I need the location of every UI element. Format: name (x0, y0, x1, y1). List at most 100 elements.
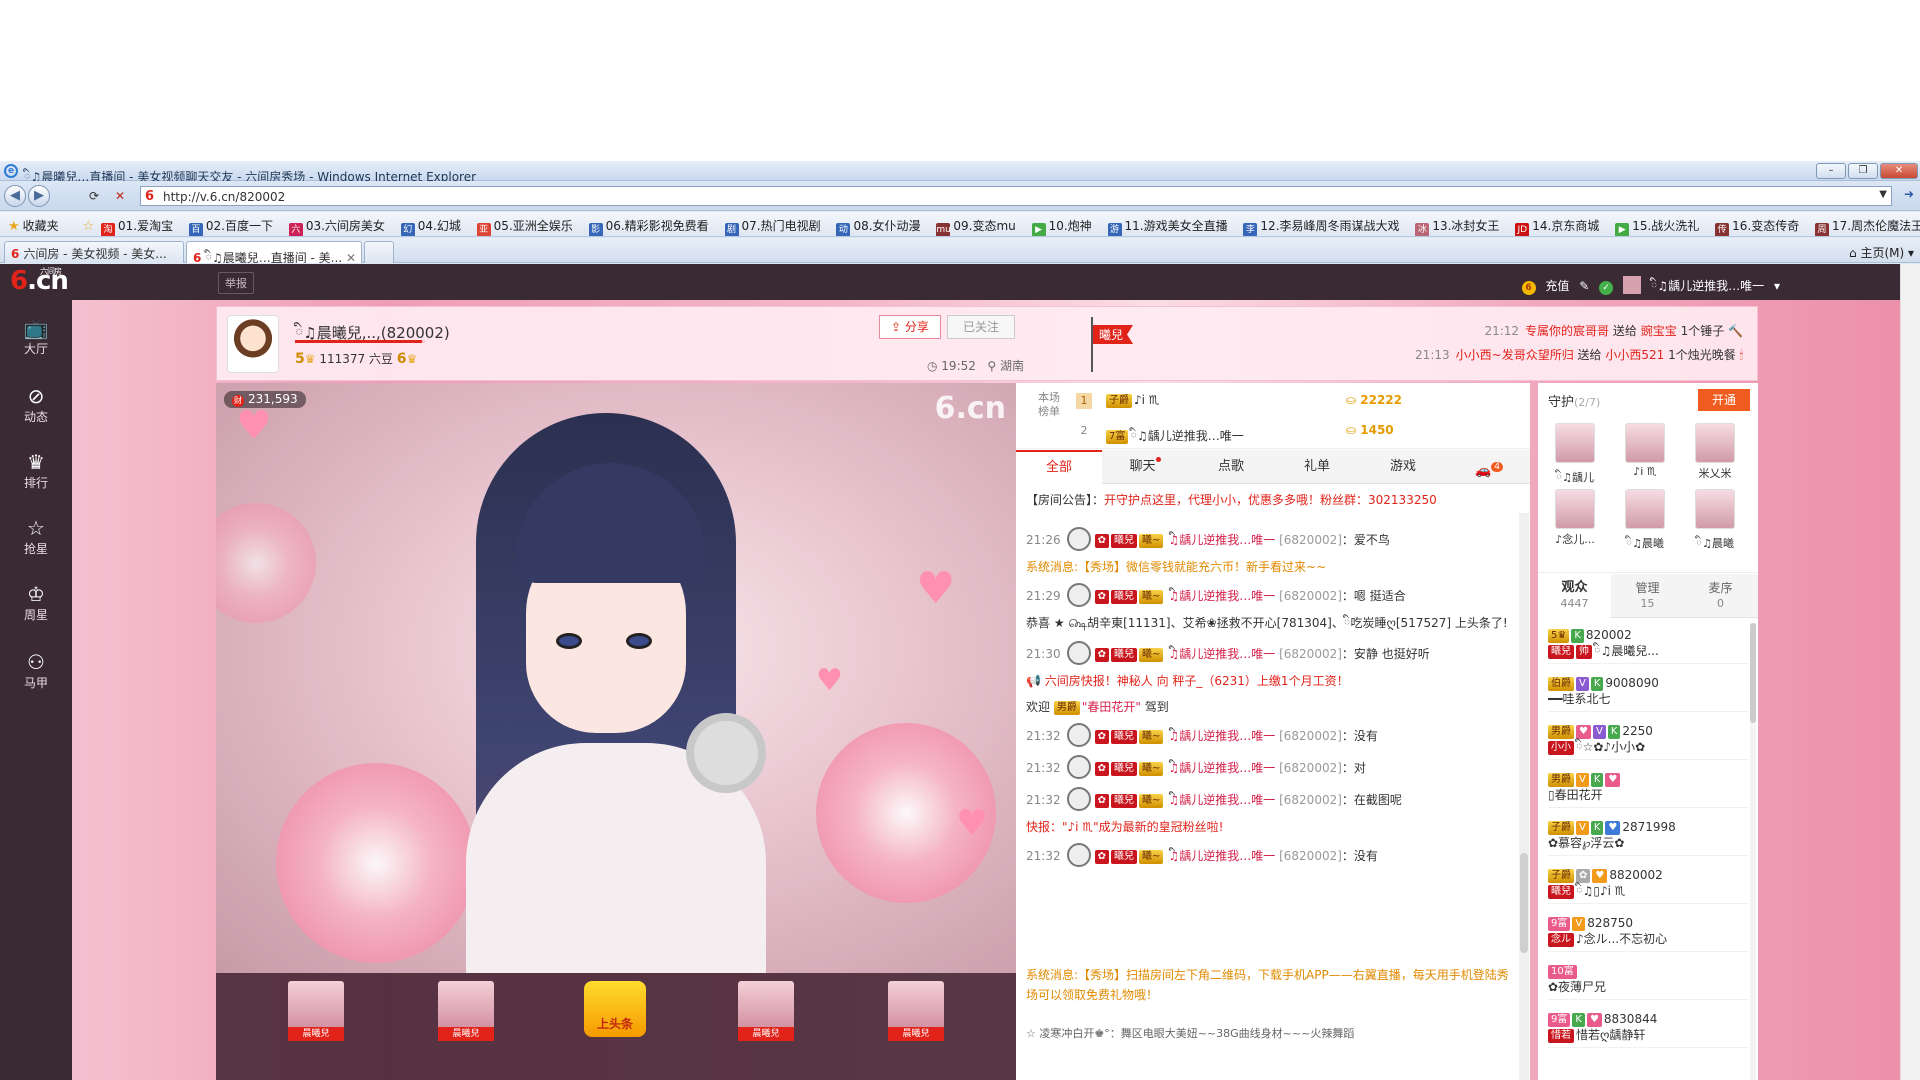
favorite-link[interactable]: ▶ 15.战火洗礼 (1615, 217, 1699, 236)
ranking-label[interactable]: 本场榜单 (1034, 391, 1064, 419)
tab-song[interactable]: 点歌 (1188, 450, 1274, 484)
restore-button[interactable]: ❐ (1848, 163, 1878, 179)
tab-all[interactable]: 全部 (1016, 450, 1102, 484)
fan-thumbnail[interactable]: 晨曦兒 (438, 981, 494, 1041)
report-button[interactable]: 举报 (218, 272, 254, 294)
favorite-link[interactable]: 亚 05.亚洲全娱乐 (476, 217, 573, 236)
guard-member[interactable]: ི♫龋儿 (1550, 423, 1600, 496)
ranking-row[interactable]: 2 7富ི♫龋儿逆推我…唯一 ⛀ 1450 (1076, 419, 1516, 445)
fan-thumbnail[interactable]: 晨曦兒 (738, 981, 794, 1041)
forward-button[interactable]: ▶ (28, 185, 50, 207)
audience-item[interactable]: 男爵 V K ♥ ▯春田花开 (1548, 771, 1748, 808)
guard-title: 守护(2/7) (1548, 395, 1601, 410)
favorite-link[interactable]: 百 02.百度一下 (188, 217, 273, 236)
audience-item[interactable]: 9富 K ♥ 8830844 惜若 惜若ღ龋静轩 (1548, 1011, 1748, 1048)
chat-message: 21:30 ✿ 曦兒 曦~ ི♫龋儿逆推我…唯一 [6820002]：安静 也挺好听 (1026, 641, 1516, 665)
nav-item-hall[interactable]: 📺 大厅 (0, 316, 72, 357)
chat-username[interactable]: ི♫龋儿逆推我…唯一 (1169, 793, 1276, 807)
audience-item[interactable]: 子爵 V K ♥ 2871998 ✿慕容℘浮云✿ (1548, 819, 1748, 856)
chevron-down-icon[interactable]: ▼ (1879, 189, 1887, 200)
favorites-button[interactable]: 收藏夹 (23, 217, 59, 234)
favorite-link[interactable]: 游 11.游戏美女全直播 (1107, 217, 1228, 236)
guard-member[interactable]: ♪i ♏ (1620, 423, 1670, 478)
bottom-thumbnail-strip: 晨曦兒 晨曦兒 上头条 晨曦兒 晨曦兒 (216, 973, 1016, 1080)
favorite-link[interactable]: ▶ 10.炮神 (1031, 217, 1092, 236)
guard-member[interactable]: ི♫晨曦 (1690, 489, 1740, 562)
refresh-icon[interactable]: ⟳ (84, 187, 104, 205)
favorite-link[interactable]: mu 09.变态mu (936, 217, 1016, 236)
go-arrow-icon[interactable]: ➜ (1904, 187, 1914, 201)
tab-chat[interactable]: 聊天 (1102, 450, 1188, 484)
audience-item[interactable]: 子爵 ✿ ♥ 8820002 曦兒ི♫▯♪i ♏ (1548, 867, 1748, 904)
user-name[interactable]: ི♫龋儿逆推我…唯一 (1651, 279, 1764, 293)
chat-username[interactable]: ི♫龋儿逆推我…唯一 (1169, 589, 1276, 603)
favorite-link[interactable]: 幻 04.幻城 (400, 217, 461, 236)
back-button[interactable]: ◀ (4, 185, 26, 207)
tab-mic-queue[interactable]: 麦序 0 (1684, 574, 1757, 618)
fan-thumbnail[interactable]: 晨曦兒 (288, 981, 344, 1041)
chat-scrollbar[interactable] (1519, 513, 1529, 1080)
nav-item-star[interactable]: ☆ 抢星 (0, 516, 72, 557)
favorite-link[interactable]: 剧 07.热门电视剧 (724, 217, 821, 236)
nav-item-ranking[interactable]: ♛ 排行 (0, 450, 72, 491)
heart-icon: ♥ (236, 403, 272, 449)
user-avatar[interactable] (1622, 276, 1641, 294)
browser-tab[interactable]: 6 六间房 - 美女视频 - 美女... (4, 241, 184, 263)
video-player[interactable]: ♥ ♥ ♥ ♥ 6.cn 财 231,593 (216, 383, 1016, 973)
tab-managers[interactable]: 管理 15 (1611, 574, 1684, 618)
browser-tab-active[interactable]: 6ི♫晨曦兒…直播间 - 美... ✕ (186, 241, 362, 263)
car-icon[interactable]: 🚗 4 (1446, 450, 1532, 484)
host-avatar[interactable] (227, 315, 279, 373)
close-tab-icon[interactable]: ✕ (346, 251, 356, 263)
edit-icon[interactable]: ✎ (1579, 279, 1589, 293)
ranking-row[interactable]: 1 子爵 ♪i ♏ ⛀ 22222 (1076, 389, 1516, 415)
chat-username[interactable]: ི♫龋儿逆推我…唯一 (1169, 761, 1276, 775)
nav-item-vest[interactable]: ⚇ 马甲 (0, 650, 72, 691)
chevron-down-icon[interactable]: ▾ (1774, 279, 1780, 293)
tab-games[interactable]: 游戏 (1360, 450, 1446, 484)
favorite-link[interactable]: 冰 13.冰封女王 (1415, 217, 1499, 236)
recharge-link[interactable]: 充值 (1545, 279, 1569, 293)
shield-icon (1066, 527, 1091, 551)
home-button[interactable]: ⌂ 主页(M) ▾ (1849, 244, 1914, 261)
guard-member[interactable]: 米乂米 (1690, 423, 1740, 481)
minimize-button[interactable]: – (1816, 163, 1846, 179)
favorite-link[interactable]: 动 08.女仆动漫 (836, 217, 921, 236)
audience-scrollbar[interactable] (1750, 623, 1756, 1080)
favorite-link[interactable]: 淘 01.爱淘宝 (100, 217, 173, 236)
audience-item[interactable]: 男爵 ♥ V K 2250 小小ི☆✿♪小小✿ (1548, 723, 1748, 760)
url-input[interactable]: 6 http://v.6.cn/820002 ▼ (140, 186, 1892, 206)
site-logo[interactable]: 6.cn 六间房 (10, 266, 69, 296)
audience-item[interactable]: 伯爵 V K 9008090 ━━哇系北七 (1548, 675, 1748, 712)
favorite-link[interactable]: JD 14.京东商城 (1515, 217, 1599, 236)
level-progress (295, 340, 425, 343)
chat-username[interactable]: ི♫龋儿逆推我…唯一 (1169, 647, 1276, 661)
close-window-button[interactable]: ✕ (1880, 163, 1918, 179)
nav-item-feed[interactable]: ⊘ 动态 (0, 384, 72, 425)
share-button[interactable]: ⇪ 分享 (879, 315, 941, 339)
new-tab-button[interactable] (364, 241, 394, 263)
audience-item[interactable]: 5♛ K 820002 曦兒帅ི♫晨曦兒... (1548, 627, 1748, 664)
open-guard-button[interactable]: 开通 (1698, 389, 1750, 411)
favorite-link[interactable]: 李 12.李易峰周冬雨谋战大戏 (1243, 217, 1400, 236)
audience-item[interactable]: 9富 V 828750 念ル ♪念ル...不忘初心 (1548, 915, 1748, 952)
headline-badge[interactable]: 上头条 (584, 981, 646, 1037)
stop-icon[interactable]: ✕ (110, 187, 130, 205)
chat-username[interactable]: ི♫龋儿逆推我…唯一 (1169, 849, 1276, 863)
fan-thumbnail[interactable]: 晨曦兒 (888, 981, 944, 1041)
guard-member[interactable]: ♪念儿... (1550, 489, 1600, 547)
follow-button[interactable]: 已关注 (947, 315, 1015, 339)
favorite-link[interactable]: 六 03.六间房美女 (288, 217, 385, 236)
browser-scrollbar[interactable] (1900, 264, 1920, 1080)
tab-giftlist[interactable]: 礼单 (1274, 450, 1360, 484)
favorite-link[interactable]: 传 16.变态传奇 (1715, 217, 1799, 236)
chat-username[interactable]: ི♫龋儿逆推我…唯一 (1169, 729, 1276, 743)
favorite-link[interactable]: 周17.周杰伦魔法王座 (1815, 217, 1920, 236)
chat-username[interactable]: ི♫龋儿逆推我…唯一 (1169, 533, 1276, 547)
tab-audience[interactable]: 观众 4447 (1538, 574, 1611, 618)
favorite-link[interactable]: 影 06.精彩影视免费看 (588, 217, 709, 236)
nav-item-weekly[interactable]: ♔ 周星 (0, 582, 72, 623)
guard-member[interactable]: ི♫晨曦 (1620, 489, 1670, 562)
add-favorite-icon[interactable]: ☆ (83, 219, 95, 234)
audience-item[interactable]: 10富 ✿夜薄尸兄 (1548, 963, 1748, 1000)
